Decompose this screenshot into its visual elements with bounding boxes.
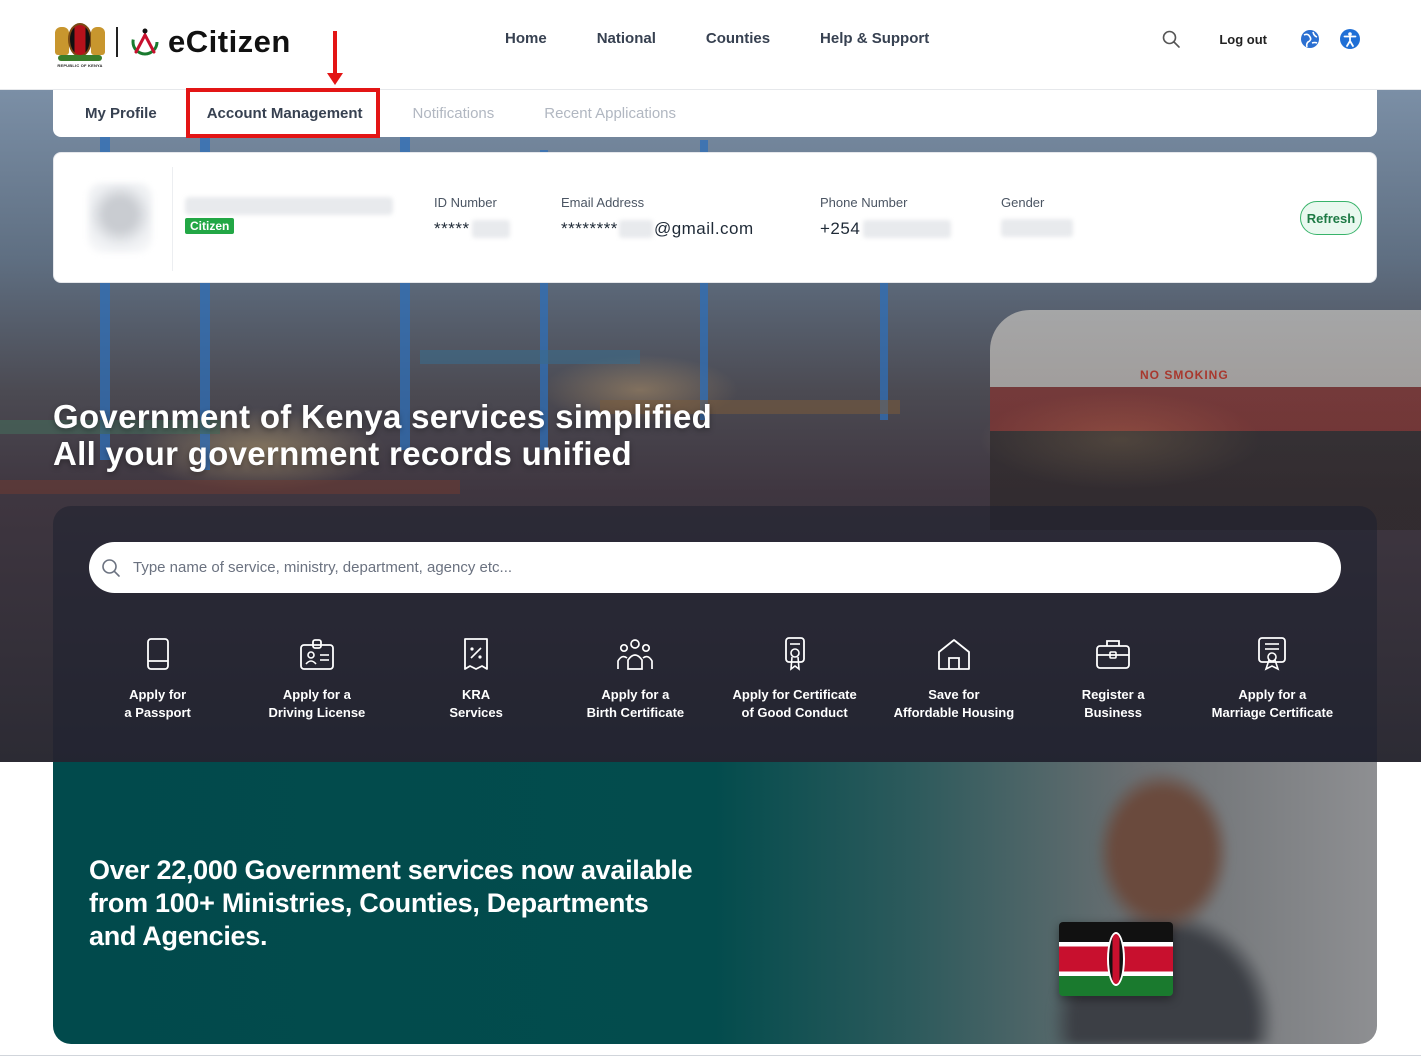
redacted-id: [471, 220, 510, 238]
service-label-line1: Register a: [1081, 687, 1145, 702]
service-label-line1: Save for: [928, 687, 980, 702]
id-number-value: *****: [434, 219, 470, 238]
service-birth-certificate[interactable]: Apply for a Birth Certificate: [556, 636, 715, 722]
service-search-bar[interactable]: [89, 542, 1341, 593]
quick-services: Apply for a Passport Apply for a Driving…: [78, 636, 1352, 722]
coat-caption: REPUBLIC OF KENYA: [57, 63, 103, 68]
nav-help-support[interactable]: Help & Support: [820, 30, 929, 47]
redacted-name: [185, 197, 393, 215]
page-bottom-divider: [0, 1055, 1421, 1056]
card-divider: [172, 167, 173, 271]
phone-field: Phone Number +254: [820, 195, 952, 239]
kenya-coat-of-arms-icon: REPUBLIC OF KENYA: [54, 15, 106, 69]
phone-prefix: +254: [820, 219, 861, 238]
annotation-arrow-head: [327, 73, 343, 85]
brand-divider: [116, 27, 118, 57]
logout-link[interactable]: Log out: [1219, 32, 1267, 47]
tax-receipt-icon: [464, 638, 489, 670]
annotation-highlight-box: [186, 88, 380, 138]
phone-label: Phone Number: [820, 195, 908, 210]
gender-field: Gender: [1001, 195, 1073, 237]
service-good-conduct[interactable]: Apply for Certificate of Good Conduct: [715, 636, 874, 722]
nav-counties[interactable]: Counties: [706, 30, 770, 47]
gender-label: Gender: [1001, 195, 1045, 210]
service-label-line2: Birth Certificate: [586, 705, 685, 720]
tab-my-profile[interactable]: My Profile: [53, 105, 182, 122]
house-icon: [937, 639, 970, 670]
service-label-line2: of Good Conduct: [741, 705, 848, 720]
promo-text: Over 22,000 Government services now avai…: [89, 854, 749, 953]
service-label-line1: Apply for Certificate: [732, 687, 857, 702]
kenya-flag-card: [1059, 922, 1173, 996]
service-label-line2: Driving License: [268, 705, 366, 720]
promo-line-2: from 100+ Ministries, Counties, Departme…: [89, 888, 649, 918]
hero-headline: Government of Kenya services simplified …: [53, 398, 712, 472]
profile-card: Citizen ID Number ***** Email Address **…: [53, 152, 1377, 283]
service-kra[interactable]: KRA Services: [397, 636, 556, 722]
redacted-email: [618, 220, 653, 238]
service-label-line2: a Passport: [124, 705, 191, 720]
tab-recent-applications[interactable]: Recent Applications: [519, 105, 701, 122]
marriage-certificate-icon: [1258, 637, 1287, 671]
family-icon: [617, 639, 654, 670]
redacted-gender: [1001, 219, 1073, 237]
service-label-line2: Business: [1084, 705, 1143, 720]
refresh-button[interactable]: Refresh: [1300, 201, 1362, 235]
brand[interactable]: REPUBLIC OF KENYA eCitizen: [54, 14, 291, 70]
service-label-line2: Marriage Certificate: [1211, 705, 1334, 720]
service-driving-license[interactable]: Apply for a Driving License: [237, 636, 396, 722]
service-label-line1: Apply for a: [282, 687, 351, 702]
tab-notifications[interactable]: Notifications: [388, 105, 520, 122]
id-card-icon: [299, 639, 334, 670]
certificate-badge-icon: [784, 637, 805, 671]
service-label-line2: Affordable Housing: [893, 705, 1015, 720]
promo-line-1: Over 22,000 Government services now avai…: [89, 855, 693, 885]
service-label-line1: Apply for a: [601, 687, 670, 702]
service-search-input[interactable]: [133, 559, 1313, 576]
search-icon[interactable]: [1161, 29, 1181, 49]
id-number-label: ID Number: [434, 195, 497, 210]
avatar: [88, 183, 152, 253]
brand-name: eCitizen: [168, 24, 291, 59]
email-suffix: @gmail.com: [653, 219, 754, 238]
header-actions: Log out: [1161, 28, 1361, 50]
service-register-business[interactable]: Register a Business: [1034, 636, 1193, 722]
search-icon: [102, 558, 120, 577]
ecitizen-logo-icon: [131, 28, 159, 56]
main-nav: Home National Counties Help & Support: [480, 30, 954, 47]
email-label: Email Address: [561, 195, 645, 210]
email-field: Email Address ******** @gmail.com: [561, 195, 754, 239]
ship-sign: NO SMOKING: [1140, 368, 1229, 382]
service-marriage-certificate[interactable]: Apply for a Marriage Certificate: [1193, 636, 1352, 722]
annotation-arrow: [333, 31, 337, 75]
hero-line-2: All your government records unified: [53, 435, 632, 472]
service-label-line1: Apply for a: [1238, 687, 1307, 702]
service-label-line1: Apply for: [129, 687, 187, 702]
redacted-phone: [863, 220, 952, 238]
promo-person-image: [1013, 762, 1313, 1044]
status-badge: Citizen: [185, 218, 235, 234]
nav-national[interactable]: National: [597, 30, 656, 47]
top-header: REPUBLIC OF KENYA eCitizen Home National…: [0, 0, 1421, 90]
hero-line-1: Government of Kenya services simplified: [53, 398, 713, 435]
service-label-line2: Services: [449, 705, 503, 720]
globe-icon[interactable]: [1299, 28, 1321, 50]
id-number-field: ID Number *****: [434, 195, 510, 239]
email-prefix: ********: [561, 219, 618, 238]
cargo-ship: [990, 310, 1421, 530]
service-label-line1: KRA: [462, 687, 491, 702]
nav-home[interactable]: Home: [505, 30, 547, 47]
accessibility-icon[interactable]: [1339, 28, 1361, 50]
briefcase-icon: [1096, 640, 1131, 669]
service-passport[interactable]: Apply for a Passport: [78, 636, 237, 722]
promo-line-3: and Agencies.: [89, 921, 268, 951]
promo-banner: Over 22,000 Government services now avai…: [53, 762, 1377, 1044]
service-affordable-housing[interactable]: Save for Affordable Housing: [874, 636, 1033, 722]
passport-icon: [146, 638, 169, 670]
